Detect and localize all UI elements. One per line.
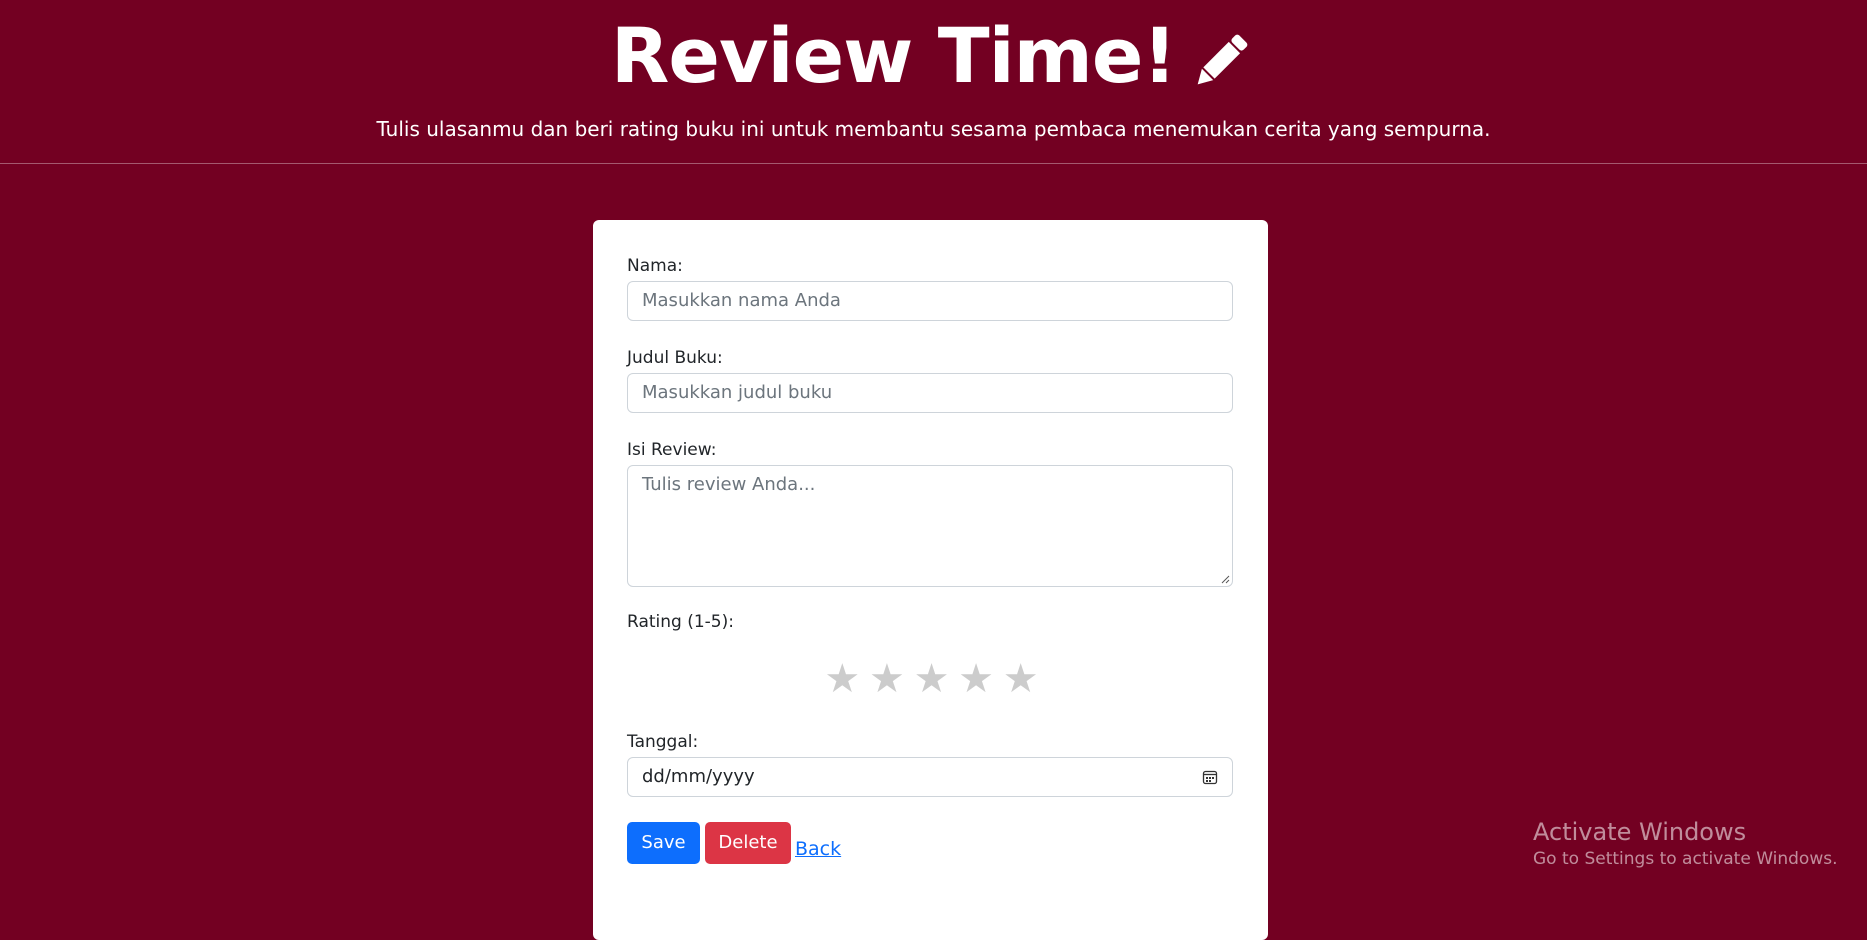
page-header: Review Time! Tulis ulasanmu dan beri rat… bbox=[0, 0, 1867, 164]
star-icon[interactable]: ★ bbox=[914, 657, 950, 701]
book-title-input[interactable]: Masukkan judul buku bbox=[627, 373, 1233, 413]
star-icon[interactable]: ★ bbox=[958, 657, 994, 701]
rating-label: Rating (1-5): bbox=[627, 612, 734, 632]
star-icon[interactable]: ★ bbox=[824, 657, 860, 701]
date-input[interactable]: dd/mm/yyyy bbox=[627, 757, 1233, 797]
back-link[interactable]: Back bbox=[795, 838, 841, 860]
name-label: Nama: bbox=[627, 256, 683, 276]
resize-grip-icon[interactable] bbox=[1220, 574, 1230, 584]
watermark-subtitle: Go to Settings to activate Windows. bbox=[1533, 849, 1838, 869]
star-icon[interactable]: ★ bbox=[869, 657, 905, 701]
page-title: Review Time! bbox=[0, 6, 1867, 106]
book-title-label: Judul Buku: bbox=[627, 348, 723, 368]
name-input[interactable]: Masukkan nama Anda bbox=[627, 281, 1233, 321]
windows-activation-watermark: Activate Windows Go to Settings to activ… bbox=[1533, 817, 1838, 871]
page-subtitle: Tulis ulasanmu dan beri rating buku ini … bbox=[376, 117, 1491, 141]
review-label: Isi Review: bbox=[627, 440, 717, 460]
review-form-card: Nama: Masukkan nama Anda Judul Buku: Mas… bbox=[593, 220, 1268, 940]
pencil-icon bbox=[1186, 20, 1256, 90]
review-textarea[interactable]: Tulis review Anda... bbox=[627, 465, 1233, 587]
review-placeholder: Tulis review Anda... bbox=[642, 474, 816, 495]
date-input-value: dd/mm/yyyy bbox=[642, 766, 755, 787]
calendar-icon[interactable] bbox=[1202, 769, 1218, 785]
page-title-text: Review Time! bbox=[610, 11, 1177, 100]
star-icon[interactable]: ★ bbox=[1003, 657, 1039, 701]
star-rating: ★ ★ ★ ★ ★ bbox=[593, 657, 1268, 701]
save-button[interactable]: Save bbox=[627, 822, 700, 864]
date-label: Tanggal: bbox=[627, 732, 699, 752]
delete-button[interactable]: Delete bbox=[705, 822, 791, 864]
watermark-title: Activate Windows bbox=[1533, 818, 1747, 846]
